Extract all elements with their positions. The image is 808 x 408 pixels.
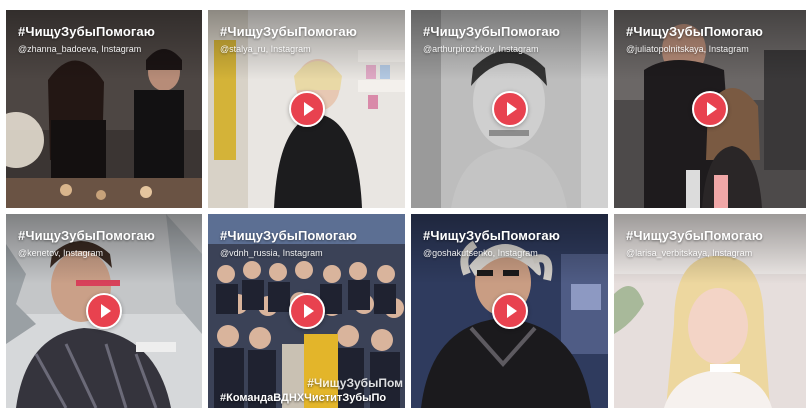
credit-label: @stalya_ru, Instagram bbox=[220, 44, 311, 54]
hashtag-label: #ЧищуЗубыПомогаю bbox=[220, 228, 357, 243]
video-tile-stalya-ru[interactable]: #ЧищуЗубыПомогаю @stalya_ru, Instagram bbox=[208, 10, 405, 208]
credit-label: @larisa_verbitskaya, Instagram bbox=[626, 248, 753, 258]
video-tile-goshakutsenko[interactable]: #ЧищуЗубыПомогаю @goshakutsenko, Instagr… bbox=[411, 214, 608, 408]
hashtag-label: #ЧищуЗубыПомогаю bbox=[423, 24, 560, 39]
credit-label: @vdnh_russia, Instagram bbox=[220, 248, 323, 258]
video-tile-arthurpirozhkov[interactable]: #ЧищуЗубыПомогаю @arthurpirozhkov, Insta… bbox=[411, 10, 608, 208]
credit-label: @arthurpirozhkov, Instagram bbox=[423, 44, 539, 54]
hashtag-label: #ЧищуЗубыПомогаю bbox=[423, 228, 560, 243]
video-overlay-hashtag: #ЧищуЗубыПом bbox=[307, 376, 403, 390]
video-tile-kenetov[interactable]: #ЧищуЗубыПомогаю @kenetov, Instagram bbox=[6, 214, 202, 408]
credit-label: @juliatopolnitskaya, Instagram bbox=[626, 44, 749, 54]
play-button[interactable] bbox=[288, 293, 325, 329]
play-button[interactable] bbox=[86, 293, 122, 329]
play-button[interactable] bbox=[288, 91, 325, 127]
hashtag-label: #ЧищуЗубыПомогаю bbox=[18, 228, 155, 243]
play-button[interactable] bbox=[491, 91, 528, 127]
video-tile-juliatopolnitskaya[interactable]: #ЧищуЗубыПомогаю @juliatopolnitskaya, In… bbox=[614, 10, 806, 208]
video-grid: #ЧищуЗубыПомогаю @zhanna_badoeva, Instag… bbox=[6, 10, 808, 408]
video-tile-zhanna-badoeva[interactable]: #ЧищуЗубыПомогаю @zhanna_badoeva, Instag… bbox=[6, 10, 202, 208]
credit-label: @kenetov, Instagram bbox=[18, 248, 104, 258]
video-tile-vdnh-russia[interactable]: #ЧищуЗубыПомогаю @vdnh_russia, Instagram… bbox=[208, 214, 405, 408]
play-button[interactable] bbox=[692, 91, 728, 127]
video-overlay-hashtag: #КомандаВДНХЧиститЗубыПо bbox=[220, 392, 387, 404]
hashtag-label: #ЧищуЗубыПомогаю bbox=[626, 228, 763, 243]
hashtag-label: #ЧищуЗубыПомогаю bbox=[626, 24, 763, 39]
hashtag-label: #ЧищуЗубыПомогаю bbox=[220, 24, 357, 39]
video-tile-larisa-verbitskaya[interactable]: #ЧищуЗубыПомогаю @larisa_verbitskaya, In… bbox=[614, 214, 806, 408]
play-button[interactable] bbox=[491, 293, 528, 329]
hashtag-label: #ЧищуЗубыПомогаю bbox=[18, 24, 155, 39]
credit-label: @goshakutsenko, Instagram bbox=[423, 248, 538, 258]
credit-label: @zhanna_badoeva, Instagram bbox=[18, 44, 142, 54]
